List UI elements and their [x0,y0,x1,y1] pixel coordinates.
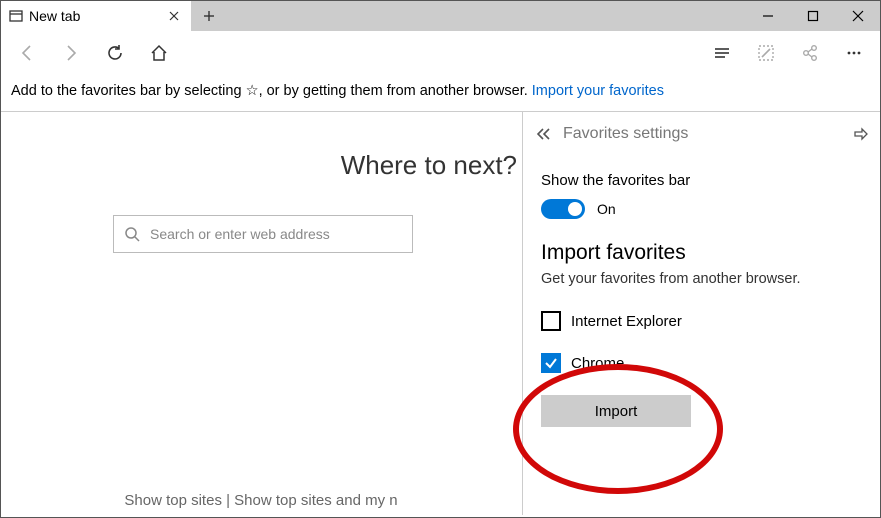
browser-tab[interactable]: New tab [1,1,191,31]
import-favorites-heading: Import favorites [541,241,862,265]
more-button[interactable] [836,35,872,71]
collapse-icon[interactable] [535,127,553,141]
close-tab-button[interactable] [165,11,183,21]
webnote-button[interactable] [748,35,784,71]
import-favorites-sub: Get your favorites from another browser. [541,271,862,287]
main-content: Where to next? Show top sites | Show top… [1,112,880,515]
forward-button[interactable] [53,35,89,71]
hint-text-middle: , or by getting them from another browse… [259,83,532,99]
panel-title: Favorites settings [563,125,688,143]
refresh-button[interactable] [97,35,133,71]
hub-button[interactable] [704,35,740,71]
back-button[interactable] [9,35,45,71]
home-button[interactable] [141,35,177,71]
import-button-label: Import [595,403,638,420]
panel-body: Show the favorites bar On Import favorit… [523,156,880,437]
pin-icon[interactable] [852,126,868,142]
import-option-chrome[interactable]: Chrome [541,353,862,373]
page-icon [9,9,23,23]
page-title: Where to next? [1,150,521,181]
import-option-label: Internet Explorer [571,313,682,330]
title-bar: New tab [1,1,880,31]
search-box[interactable] [113,215,413,253]
favorites-settings-panel: Favorites settings Show the favorites ba… [522,112,880,515]
close-window-button[interactable] [835,1,880,31]
maximize-button[interactable] [790,1,835,31]
tab-title: New tab [29,8,80,24]
new-tab-button[interactable] [191,1,227,31]
share-button[interactable] [792,35,828,71]
window-controls [745,1,880,31]
show-favbar-toggle-row: On [541,199,862,219]
checkbox-unchecked-icon[interactable] [541,311,561,331]
customize-links[interactable]: Show top sites | Show top sites and my n [1,492,521,509]
show-favbar-label: Show the favorites bar [541,172,862,189]
show-favbar-toggle[interactable] [541,199,585,219]
titlebar-drag-region [227,1,745,31]
favorites-bar-hint: Add to the favorites bar by selecting ☆,… [1,75,880,112]
newtab-content: Where to next? [1,112,521,253]
search-input[interactable] [148,225,402,243]
import-option-ie[interactable]: Internet Explorer [541,311,862,331]
toolbar [1,31,880,75]
panel-header: Favorites settings [523,112,880,156]
import-button[interactable]: Import [541,395,691,427]
hint-text-prefix: Add to the favorites bar by selecting [11,83,246,99]
star-icon: ☆ [246,83,259,99]
toggle-state-label: On [597,201,616,217]
checkbox-checked-icon[interactable] [541,353,561,373]
import-favorites-link[interactable]: Import your favorites [532,83,664,99]
search-icon [124,226,140,242]
minimize-button[interactable] [745,1,790,31]
import-option-label: Chrome [571,355,624,372]
